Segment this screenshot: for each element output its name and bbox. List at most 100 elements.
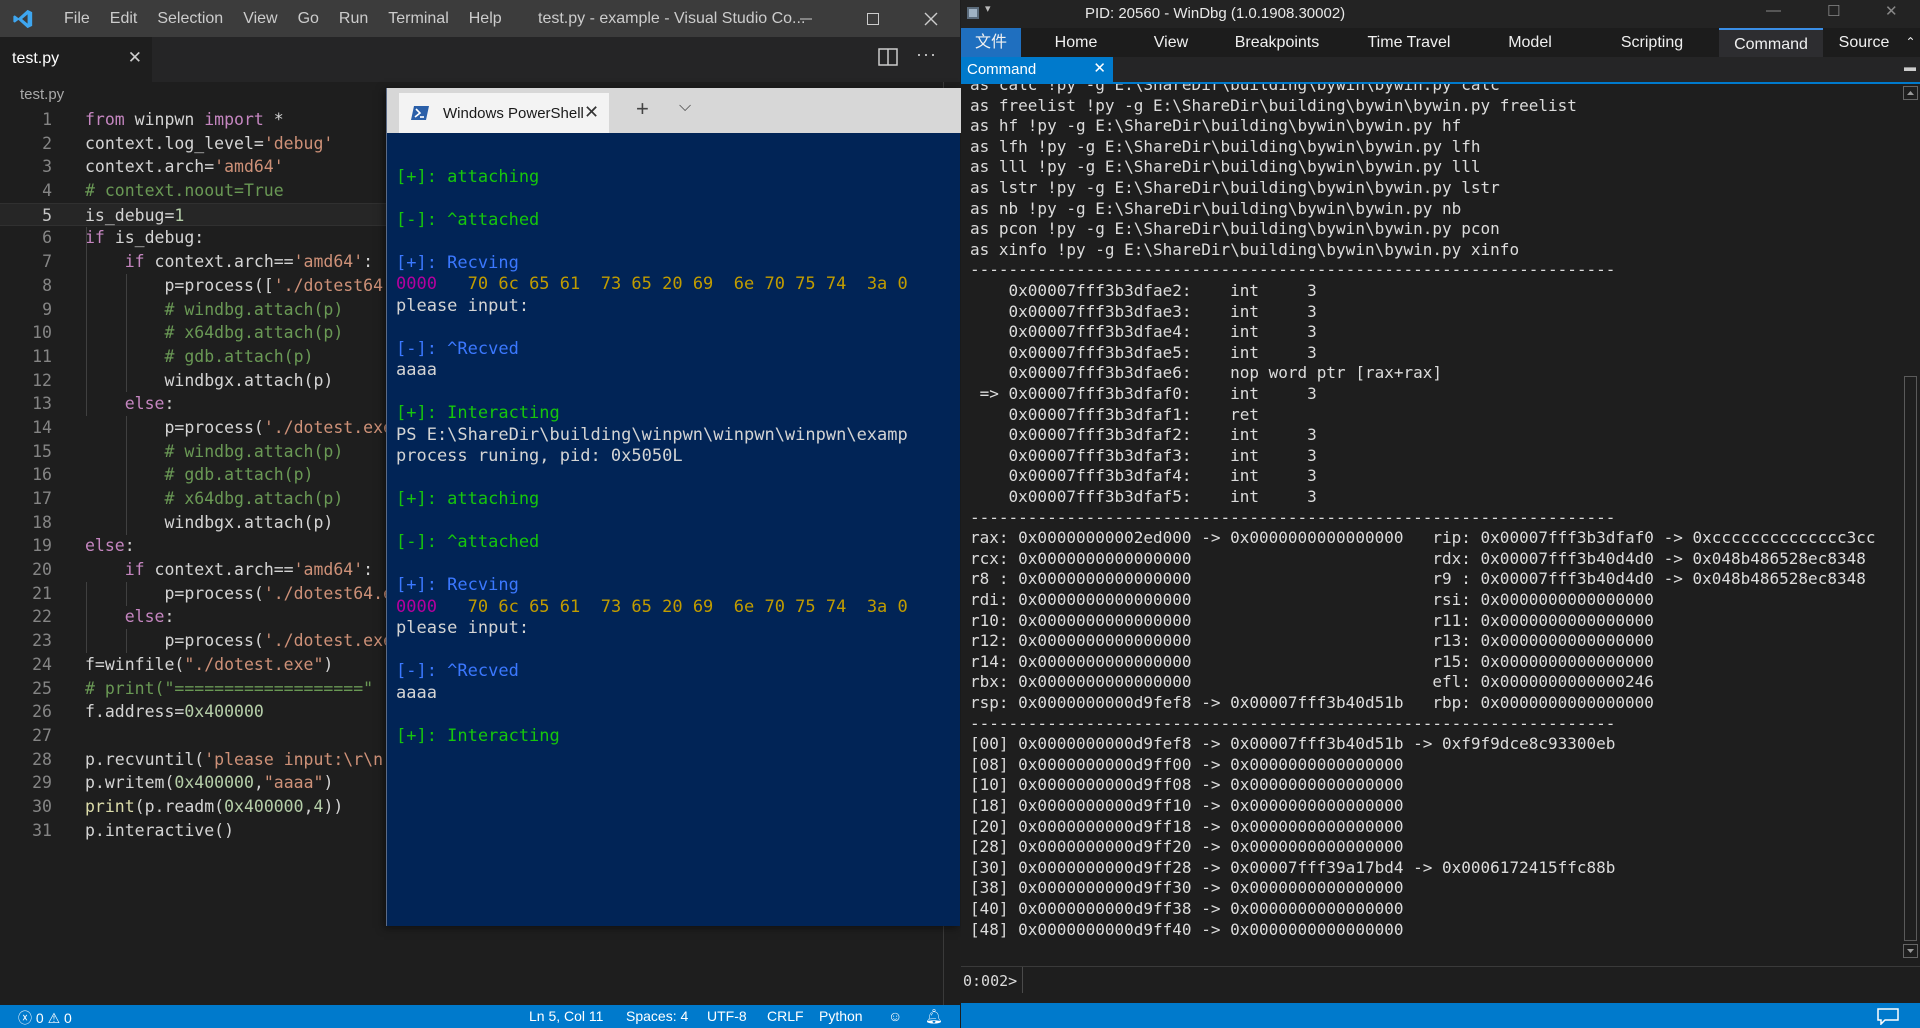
output-line: rdi: 0x0000000000000000 rsi: 0x000000000… [970,590,1654,609]
output-line: r12: 0x0000000000000000 r13: 0x000000000… [970,631,1654,651]
language-mode[interactable]: Python [819,1008,863,1024]
close-tab-icon[interactable]: ✕ [584,102,599,123]
tab-command-window[interactable]: Command ✕ [961,57,1113,82]
close-tab-icon[interactable]: ✕ [128,48,142,68]
line-text: p=process('./dotest.exe [85,629,392,653]
close-icon[interactable]: ✕ [1885,2,1898,20]
notifications-icon[interactable]: 🔔︎ [925,1008,943,1025]
terminal-token: [+]: attaching [396,166,540,187]
terminal-line: [+]: attaching [396,165,539,189]
tab-test-py[interactable]: test.py ✕ [0,37,152,82]
menu-item-go[interactable]: Go [288,10,329,28]
line-number: 9 [42,299,52,319]
pane-menu-icon[interactable]: ▬ [1904,60,1916,74]
terminal-output[interactable]: [+]: attaching [-]: ^attached [+]: Recving… [387,133,961,926]
tab-label: Command [967,61,1037,78]
split-editor-icon[interactable] [878,48,898,66]
code-token: 0x400000 [174,773,254,793]
breadcrumb[interactable]: test.py [20,86,64,103]
line-text: p.interactive() [85,819,234,843]
terminal-tab-bar: Windows PowerShell ✕ + ⌵ [387,88,961,133]
output-line: as xinfo !py -g E:\ShareDir\building\byw… [970,239,1520,259]
more-actions-icon[interactable]: ··· [916,44,937,65]
collapse-ribbon-icon[interactable]: ⌃ [1901,28,1920,57]
code-token: : [164,607,175,627]
output-line: as pcon !py -g E:\ShareDir\building\bywi… [970,219,1500,239]
ribbon-tab-source[interactable]: Source [1823,28,1905,57]
terminal-token: aaaa [396,682,437,703]
menu-item-file[interactable]: File [54,10,100,28]
line-number: 10 [32,323,52,343]
terminal-token: [+]: Interacting [396,403,560,423]
line-number: 16 [32,465,52,485]
close-tab-icon[interactable]: ✕ [1093,59,1106,77]
close-window-button[interactable] [908,0,954,37]
menu-item-selection[interactable]: Selection [147,10,233,28]
terminal-token: process runing, pid: 0x5050L [396,446,683,466]
feedback-icon[interactable]: ☺ [888,1008,902,1024]
cursor-position[interactable]: Ln 5, Col 11 [529,1008,603,1024]
menu-item-terminal[interactable]: Terminal [378,10,458,28]
scroll-up-icon[interactable] [1903,86,1918,100]
ribbon-tab-command[interactable]: Command [1719,28,1823,57]
minimize-icon[interactable]: — [1766,2,1781,19]
ribbon-tab-scripting[interactable]: Scripting [1585,28,1719,57]
indent-guide [86,226,87,417]
line-number: 25 [32,678,52,698]
chat-icon[interactable] [1876,1007,1900,1025]
maximize-button[interactable] [850,0,896,37]
menu-item-run[interactable]: Run [329,10,378,28]
powershell-window: Windows PowerShell ✕ + ⌵ [+]: attaching[… [386,88,961,926]
scrollbar-thumb[interactable] [1904,376,1917,941]
code-token: # gdb.attach(p) [85,465,314,485]
line-number: 27 [32,725,52,745]
ribbon-tab-time-travel[interactable]: Time Travel [1343,28,1475,57]
output-line: 0x00007fff3b3dfae2: int 3 [970,281,1317,300]
terminal-token: [+]: Recving [396,575,519,595]
ribbon-tab-home[interactable]: Home [1021,28,1131,57]
output-scrollbar[interactable] [1901,84,1920,960]
line-number: 29 [32,773,52,793]
line-number: 3 [42,157,52,177]
line-text: # gdb.attach(p) [85,345,313,369]
terminal-token: 0000 [396,596,437,617]
line-text: # print("===================" [85,677,373,701]
menu-item-view[interactable]: View [233,10,287,28]
code-token: else [85,536,125,556]
problems-indicator[interactable]: ⓧ 0 ⚠ 0 [18,1008,72,1028]
code-token: f.address= [85,702,185,722]
line-ending[interactable]: CRLF [767,1008,804,1024]
ribbon-tab-model[interactable]: Model [1475,28,1585,57]
line-text: windbgx.attach(p) [85,369,333,393]
encoding[interactable]: UTF-8 [707,1008,747,1024]
minimize-button[interactable] [783,0,829,37]
command-output[interactable]: as calc !py -g E:\ShareDir\building\bywi… [961,84,1901,938]
line-number: 19 [32,536,52,556]
command-pane-tabbar: Command ✕ ▬ [961,57,1920,84]
new-tab-icon[interactable]: + [636,96,649,122]
windbg-window: ▾ PID: 20560 - WinDbg (1.0.1908.30002) —… [961,0,1920,1028]
code-token: if [85,252,155,272]
menu-item-edit[interactable]: Edit [100,10,148,28]
code-token: 0x400000 [184,702,264,722]
code-token: , [303,796,314,816]
chevron-down-icon[interactable]: ⌵ [679,98,691,116]
command-input-bar[interactable]: 0:002> [961,966,1920,993]
maximize-icon[interactable]: ☐ [1827,2,1840,20]
ribbon-tab-view[interactable]: View [1131,28,1211,57]
output-line: as lfh !py -g E:\ShareDir\building\bywin… [970,136,1481,156]
indentation[interactable]: Spaces: 4 [626,1008,688,1024]
ribbon-tab-breakpoints[interactable]: Breakpoints [1211,28,1343,57]
code-token: # windbg.attach(p) [85,299,344,319]
terminal-line: [-]: ^Recved [396,659,519,683]
code-token: "aaaa" [263,773,324,793]
ribbon-tab-file[interactable]: 文件 [961,28,1021,57]
code-token: 0x400000 [224,796,304,816]
quick-access-icon[interactable]: ▾ [985,2,991,15]
code-token: , [253,773,264,793]
menu-item-help[interactable]: Help [459,10,512,28]
terminal-line: [-]: ^attached [396,208,539,232]
line-text: # context.noout=True [85,179,284,203]
scroll-down-icon[interactable] [1903,944,1918,958]
tab-windows-powershell[interactable]: Windows PowerShell ✕ [399,93,609,133]
